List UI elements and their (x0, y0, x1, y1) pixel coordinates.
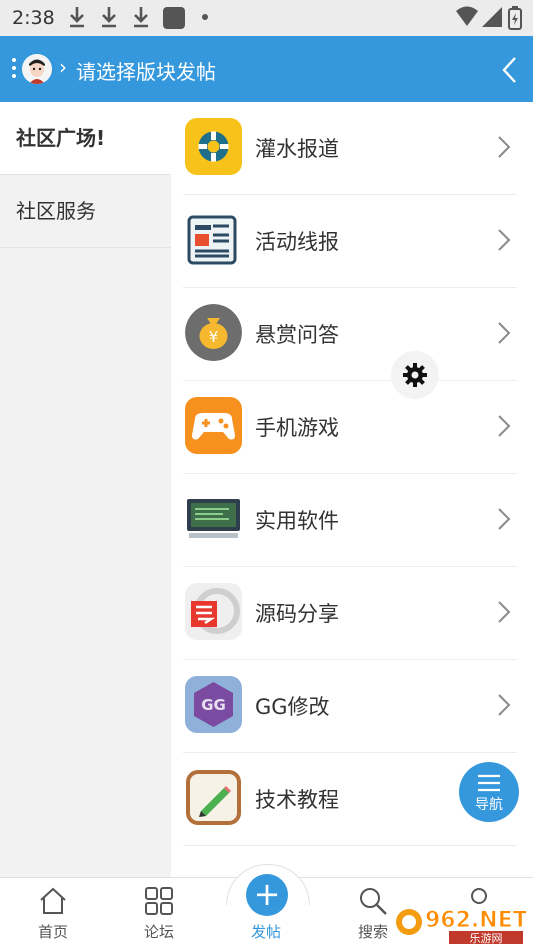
status-time: 2:38 (12, 7, 55, 29)
chevron-right-icon (498, 508, 511, 530)
tab-forum-label: 论坛 (143, 923, 174, 941)
list-item[interactable]: 活动线报 (183, 195, 517, 288)
money-bag-icon: ¥ (185, 304, 242, 361)
more-notifications-icon (202, 14, 208, 20)
forum-label: 活动线报 (255, 230, 339, 254)
lifebuoy-icon (185, 118, 242, 175)
navigation-button[interactable]: 导航 (459, 762, 519, 822)
list-item[interactable]: 灌水报道 (183, 102, 517, 195)
source-code-icon (185, 583, 242, 640)
svg-text:962.NET: 962.NET (425, 908, 526, 933)
list-item[interactable]: ¥ 悬赏问答 (183, 288, 517, 381)
tab-home-label: 首页 (37, 923, 68, 941)
download-icon (102, 7, 116, 28)
chevron-right-icon (498, 694, 511, 716)
svg-text:乐游网: 乐游网 (470, 932, 503, 944)
forum-label: 技术教程 (255, 788, 339, 812)
forum-list: 灌水报道 活动线报 ¥ 悬赏问答 手机游戏 实用软件 源码分享 GG GG修改 … (171, 102, 533, 846)
watermark-logo: 962.NET 乐游网 (393, 900, 528, 945)
forum-label: 灌水报道 (255, 137, 339, 161)
plus-icon: + (253, 875, 281, 913)
home-icon (40, 887, 66, 914)
list-item[interactable]: GG GG修改 (183, 660, 517, 753)
back-chevron-icon[interactable] (500, 55, 518, 85)
gear-icon (403, 363, 427, 387)
grid-icon (145, 887, 173, 915)
forum-label: 实用软件 (255, 509, 339, 533)
download-icon (70, 7, 84, 28)
search-icon (360, 888, 387, 915)
menu-lines-icon (478, 774, 500, 792)
post-button[interactable]: + (246, 874, 288, 916)
chevron-right-icon (498, 322, 511, 344)
sidebar-item-community-service[interactable]: 社区服务 (0, 175, 171, 248)
app-header: › 请选择版块发帖 (0, 36, 533, 102)
notification-app-icon (163, 7, 185, 29)
sidebar-item-community-square[interactable]: 社区广场! (0, 102, 171, 175)
download-icon (134, 7, 148, 28)
list-item[interactable]: 手机游戏 (183, 381, 517, 474)
chevron-right-icon (498, 229, 511, 251)
page-title: 请选择版块发帖 (76, 60, 216, 84)
svg-text:GG: GG (201, 696, 226, 714)
list-item[interactable]: 实用软件 (183, 474, 517, 567)
breadcrumb-separator: › (59, 55, 67, 79)
tab-post-label: 发帖 (250, 923, 281, 941)
tab-forum[interactable]: 论坛 (106, 878, 212, 950)
category-sidebar: 社区广场! 社区服务 (0, 102, 171, 878)
battery-icon (508, 6, 522, 30)
forum-label: 手机游戏 (255, 416, 339, 440)
navigation-label: 导航 (475, 797, 503, 813)
settings-button[interactable] (391, 351, 439, 399)
list-item[interactable]: 源码分享 (183, 567, 517, 660)
chevron-right-icon (498, 415, 511, 437)
svg-text:¥: ¥ (209, 328, 219, 346)
avatar[interactable] (22, 54, 52, 84)
monitor-icon (185, 490, 242, 547)
signal-icon (482, 7, 502, 27)
wifi-icon (456, 6, 478, 26)
menu-dots-icon[interactable] (12, 58, 16, 82)
forum-label: GG修改 (255, 695, 330, 719)
gg-icon: GG (185, 676, 242, 733)
notepad-pencil-icon (185, 769, 242, 826)
forum-label: 源码分享 (255, 602, 339, 626)
status-bar: 2:38 (0, 0, 533, 36)
forum-label: 悬赏问答 (255, 323, 339, 347)
tab-home[interactable]: 首页 (0, 878, 106, 950)
newspaper-icon (185, 211, 242, 268)
chevron-right-icon (498, 136, 511, 158)
gamepad-icon (185, 397, 242, 454)
chevron-right-icon (498, 601, 511, 623)
